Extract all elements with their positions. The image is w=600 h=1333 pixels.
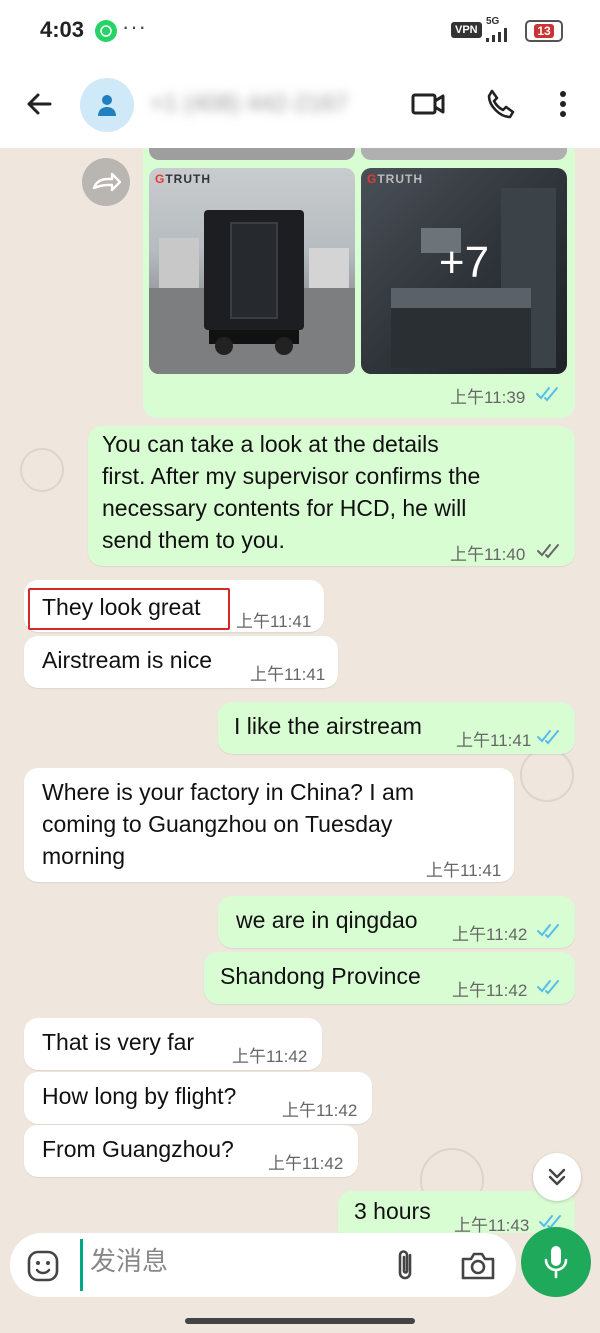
- message-time: 上午11:42: [232, 1047, 308, 1066]
- message-time: 上午11:41: [426, 861, 502, 880]
- message-bubble-outgoing[interactable]: You can take a look at the details first…: [88, 426, 575, 566]
- delivered-ticks-icon: [537, 544, 559, 559]
- read-ticks-icon: [537, 980, 559, 995]
- signal-icon: [486, 28, 507, 42]
- message-text: How long by flight?: [42, 1083, 237, 1109]
- message-bubble-incoming[interactable]: They look great 上午11:41: [24, 580, 324, 632]
- vpn-badge: VPN: [451, 22, 482, 38]
- chat-area[interactable]: GTRUTH GTRUTH +7 上午11:39 You can take a …: [0, 148, 600, 1233]
- status-bar: 4:03 ··· VPN 5G 13: [0, 0, 600, 62]
- system-navigation-bar: [0, 1305, 600, 1333]
- read-ticks-icon: [536, 387, 558, 402]
- message-composer: 发消息: [10, 1233, 516, 1297]
- message-bubble-incoming[interactable]: From Guangzhou? 上午11:42: [24, 1125, 358, 1177]
- message-bubble-incoming[interactable]: Airstream is nice 上午11:41: [24, 636, 338, 688]
- media-image-top-left[interactable]: [149, 148, 355, 160]
- message-text: Where is your factory in China? I am com…: [42, 779, 414, 869]
- message-text: I like the airstream: [234, 713, 422, 739]
- media-image-top-right[interactable]: [361, 148, 567, 160]
- mic-icon: [544, 1246, 568, 1279]
- message-bubble-incoming[interactable]: Where is your factory in China? I am com…: [24, 768, 514, 882]
- message-bubble-incoming[interactable]: How long by flight? 上午11:42: [24, 1072, 372, 1124]
- scroll-down-icon: [548, 1168, 566, 1186]
- phone-icon[interactable]: [480, 84, 520, 124]
- message-bubble-outgoing[interactable]: 3 hours 上午11:43: [338, 1191, 575, 1233]
- video-call-icon[interactable]: [408, 84, 448, 124]
- message-text: 3 hours: [354, 1198, 431, 1224]
- home-gesture-pill[interactable]: [185, 1318, 415, 1324]
- more-media-count: +7: [438, 238, 490, 287]
- message-time: 上午11:39: [450, 388, 526, 407]
- media-message-bubble[interactable]: GTRUTH GTRUTH +7 上午11:39: [143, 148, 575, 418]
- message-bubble-outgoing[interactable]: Shandong Province 上午11:42: [204, 952, 575, 1004]
- contact-name[interactable]: +1 (408) 442-2167: [150, 90, 348, 118]
- message-bubble-outgoing[interactable]: I like the airstream 上午11:41: [218, 702, 575, 754]
- message-text: From Guangzhou?: [42, 1136, 234, 1162]
- chat-header: +1 (408) 442-2167: [0, 62, 600, 148]
- forward-button[interactable]: [82, 158, 130, 206]
- message-text: Shandong Province: [220, 963, 421, 989]
- status-time: 4:03: [40, 17, 85, 42]
- truck-illustration: [149, 210, 355, 374]
- forward-icon: [92, 172, 122, 192]
- message-text: That is very far: [42, 1029, 195, 1055]
- network-type: 5G: [486, 16, 500, 27]
- message-time: 上午11:42: [452, 925, 528, 944]
- contact-avatar-icon[interactable]: [80, 78, 134, 132]
- media-image-interior[interactable]: GTRUTH +7: [361, 168, 567, 374]
- camera-icon[interactable]: [460, 1249, 496, 1281]
- more-vert-icon[interactable]: [548, 84, 578, 124]
- more-notifications-dots: ···: [122, 14, 147, 39]
- read-ticks-icon: [537, 730, 559, 745]
- message-time: 上午11:41: [250, 665, 326, 684]
- scroll-to-bottom-button[interactable]: [533, 1153, 581, 1201]
- emoji-icon[interactable]: [26, 1249, 60, 1283]
- media-image-truck[interactable]: GTRUTH: [149, 168, 355, 374]
- text-cursor: [80, 1239, 83, 1291]
- message-bubble-incoming[interactable]: That is very far 上午11:42: [24, 1018, 322, 1070]
- message-input[interactable]: 发消息: [90, 1241, 168, 1278]
- wallpaper-doodle: [20, 448, 64, 492]
- message-time: 上午11:42: [268, 1154, 344, 1173]
- message-text: we are in qingdao: [236, 907, 418, 933]
- message-time: 上午11:42: [282, 1101, 358, 1120]
- wallpaper-doodle: [520, 748, 574, 802]
- voice-message-button[interactable]: [521, 1227, 591, 1297]
- battery-icon: 13: [525, 20, 563, 42]
- message-time: 上午11:40: [450, 545, 526, 564]
- message-text: They look great: [42, 594, 201, 620]
- message-time: 上午11:41: [236, 612, 312, 631]
- whatsapp-notification-icon: [95, 20, 117, 42]
- battery-level: 13: [534, 24, 554, 38]
- message-time: 上午11:43: [454, 1216, 530, 1233]
- back-arrow-icon[interactable]: [20, 84, 60, 124]
- attach-icon[interactable]: [390, 1247, 420, 1283]
- truth-logo: GTRUTH: [155, 172, 212, 186]
- message-text: Airstream is nice: [42, 647, 212, 673]
- message-text: You can take a look at the details first…: [102, 431, 481, 553]
- message-time: 上午11:41: [456, 731, 532, 750]
- message-bubble-outgoing[interactable]: we are in qingdao 上午11:42: [218, 896, 575, 948]
- read-ticks-icon: [537, 924, 559, 939]
- message-time: 上午11:42: [452, 981, 528, 1000]
